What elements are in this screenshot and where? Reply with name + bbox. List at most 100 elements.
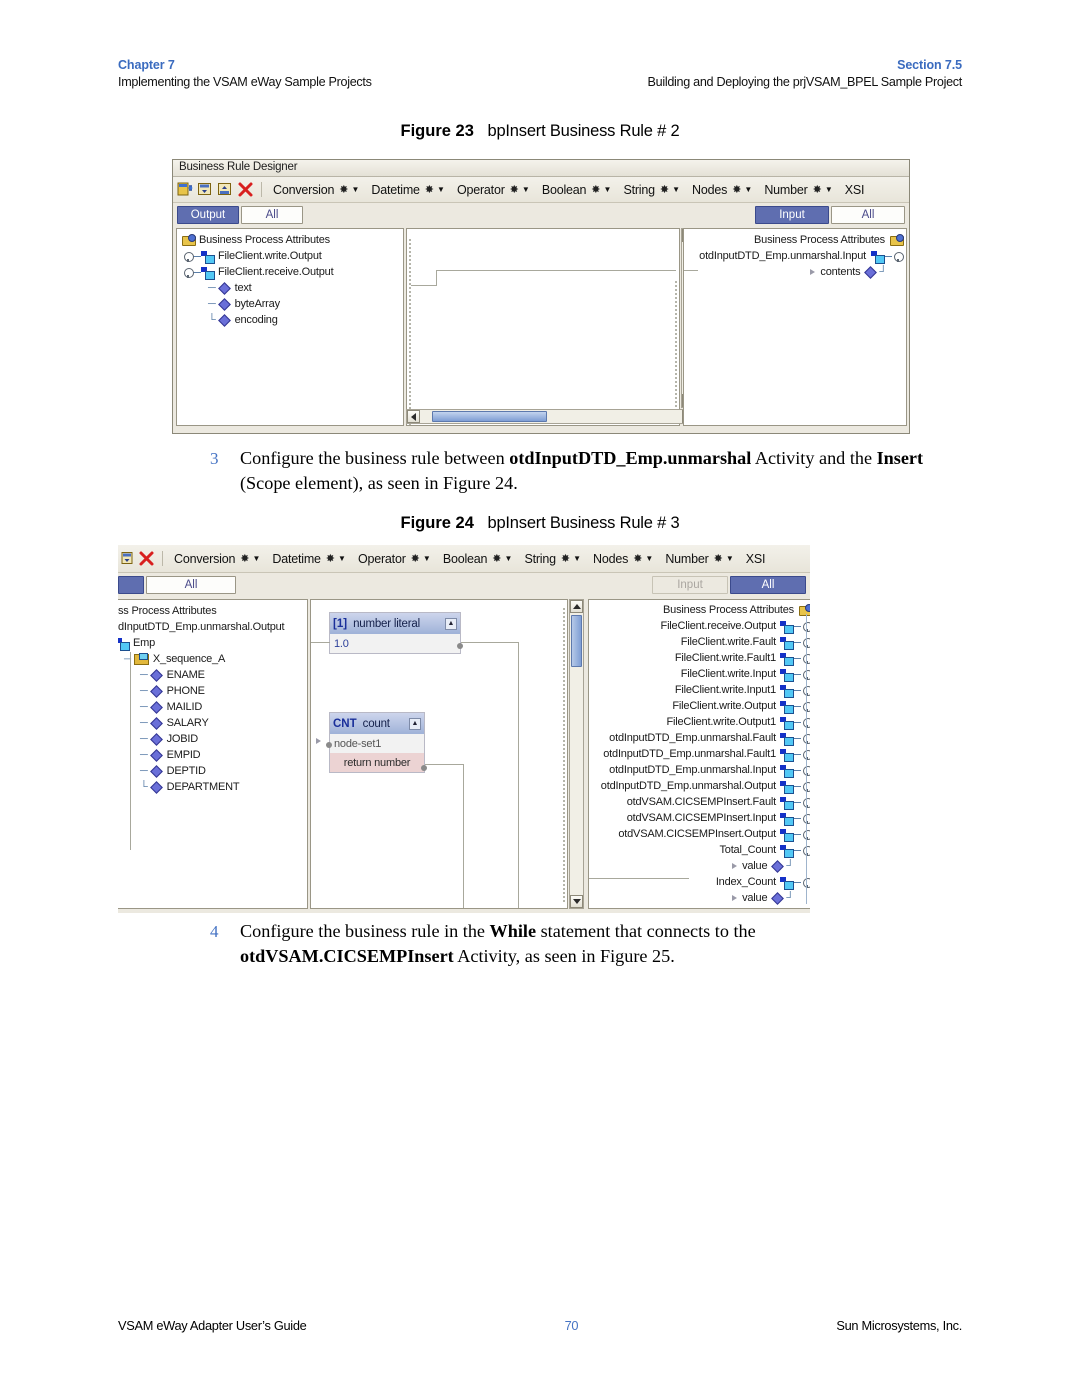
function-box-count[interactable]: CNT count ▲ node-set1 return number bbox=[326, 712, 427, 773]
tab-input[interactable]: Input bbox=[755, 206, 829, 224]
chevron-down-icon[interactable]: ▼ bbox=[672, 185, 680, 194]
function-input-row[interactable]: node-set1 bbox=[330, 734, 424, 753]
canvas-horizontal-scrollbar[interactable] bbox=[406, 409, 696, 424]
save-map-icon[interactable] bbox=[197, 181, 214, 198]
scroll-up-button[interactable] bbox=[570, 600, 583, 613]
tab-output[interactable]: Output bbox=[177, 206, 239, 224]
chevron-down-icon[interactable]: ▼ bbox=[573, 554, 581, 563]
tree-row[interactable]: otdVSAM.CICSEMPInsert.Input bbox=[589, 810, 810, 826]
scroll-thumb-vertical[interactable] bbox=[571, 615, 582, 667]
menu-operator[interactable]: Operator ✸ ▼ bbox=[453, 183, 536, 197]
chevron-down-icon[interactable]: ▼ bbox=[604, 185, 612, 194]
tree-row[interactable]: ─ JOBID bbox=[118, 731, 307, 747]
tree-row[interactable]: ─ DEPTID bbox=[118, 763, 307, 779]
tab-input-all[interactable]: All bbox=[831, 206, 905, 224]
save-map-icon[interactable] bbox=[118, 550, 135, 567]
scroll-left-button[interactable] bbox=[407, 410, 420, 423]
chevron-down-icon[interactable]: ▼ bbox=[825, 185, 833, 194]
tree-row[interactable]: Emp bbox=[118, 635, 307, 651]
tree-row[interactable]: value ┘ bbox=[589, 858, 810, 874]
scroll-down-button[interactable] bbox=[570, 895, 583, 908]
expander-icon[interactable] bbox=[182, 251, 194, 262]
menu-string[interactable]: String ✸ ▼ bbox=[520, 552, 587, 566]
tree-row[interactable]: FileClient.write.Input1 bbox=[589, 682, 810, 698]
chevron-down-icon[interactable]: ▼ bbox=[645, 554, 653, 563]
expander-icon[interactable] bbox=[892, 251, 904, 262]
tree-row[interactable]: FileClient.write.Output1 bbox=[589, 714, 810, 730]
tree-row[interactable]: otdVSAM.CICSEMPInsert.Fault bbox=[589, 794, 810, 810]
delete-icon[interactable] bbox=[138, 550, 155, 567]
tree-row[interactable]: FileClient.write.Fault1 bbox=[589, 650, 810, 666]
tab-output-all[interactable]: All bbox=[241, 206, 303, 224]
tree-row[interactable]: Business Process Attributes bbox=[589, 602, 810, 618]
tree-row[interactable]: otdVSAM.CICSEMPInsert.Output bbox=[589, 826, 810, 842]
menu-xsi[interactable]: XSI bbox=[841, 183, 869, 197]
tree-row[interactable]: otdInputDTD_Emp.unmarshal.Input bbox=[589, 762, 810, 778]
tab-output-all[interactable]: All bbox=[146, 576, 236, 594]
menu-number[interactable]: Number ✸ ▼ bbox=[661, 552, 739, 566]
tree-row[interactable]: value ┘ bbox=[589, 890, 810, 906]
output-port[interactable] bbox=[457, 643, 463, 649]
delete-icon[interactable] bbox=[237, 181, 254, 198]
rule-canvas[interactable]: [1] number literal ▲ 1.0 CNT count ▲ nod… bbox=[310, 599, 568, 909]
chevron-down-icon[interactable]: ▼ bbox=[505, 554, 513, 563]
input-tree-pane[interactable]: Business Process Attributes FileClient.r… bbox=[588, 599, 810, 909]
menu-xsi[interactable]: XSI bbox=[742, 552, 770, 566]
tree-row[interactable]: contents ┘ bbox=[684, 264, 903, 280]
chevron-down-icon[interactable]: ▼ bbox=[522, 185, 530, 194]
tree-row[interactable]: Business Process Attributes bbox=[684, 232, 904, 248]
tree-row[interactable]: otdInputDTD_Emp.unmarshal.Input bbox=[684, 248, 904, 264]
chevron-down-icon[interactable]: ▼ bbox=[726, 554, 734, 563]
tree-row[interactable]: otdInputDTD_Emp.unmarshal.Fault bbox=[589, 730, 810, 746]
tree-row[interactable]: ─ SALARY bbox=[118, 715, 307, 731]
expander-icon[interactable] bbox=[182, 267, 194, 278]
tree-row[interactable]: FileClient.receive.Output bbox=[180, 264, 403, 280]
tree-row[interactable]: └ encoding bbox=[180, 312, 403, 328]
menu-operator[interactable]: Operator ✸ ▼ bbox=[354, 552, 437, 566]
tab-input-all[interactable]: All bbox=[730, 576, 806, 594]
tree-row[interactable]: ─ EMPID bbox=[118, 747, 307, 763]
scroll-thumb-horizontal[interactable] bbox=[432, 411, 547, 422]
tree-row[interactable]: ─ text bbox=[180, 280, 403, 296]
output-tree-pane[interactable]: Business Process Attributes FileClient.w… bbox=[176, 228, 404, 426]
tree-row[interactable]: otdInputDTD_Emp.unmarshal.Fault1 bbox=[589, 746, 810, 762]
rule-canvas[interactable] bbox=[406, 228, 680, 426]
menu-nodes[interactable]: Nodes ✸ ▼ bbox=[589, 552, 659, 566]
tab-output[interactable] bbox=[118, 576, 144, 594]
function-box-number-literal[interactable]: [1] number literal ▲ 1.0 bbox=[329, 612, 463, 654]
chevron-down-icon[interactable]: ▼ bbox=[252, 554, 260, 563]
canvas-vertical-scrollbar[interactable] bbox=[569, 599, 584, 909]
chevron-down-icon[interactable]: ▼ bbox=[338, 554, 346, 563]
tree-row[interactable]: ─ PHONE bbox=[118, 683, 307, 699]
tree-row[interactable]: Index_Count bbox=[589, 874, 810, 890]
tree-row[interactable]: └ DEPARTMENT bbox=[118, 779, 307, 795]
tree-row[interactable]: FileClient.write.Input bbox=[589, 666, 810, 682]
menu-conversion[interactable]: Conversion ✸ ▼ bbox=[170, 552, 266, 566]
menu-conversion[interactable]: Conversion ✸ ▼ bbox=[269, 183, 365, 197]
chevron-down-icon[interactable]: ▼ bbox=[351, 185, 359, 194]
function-return-row[interactable]: return number bbox=[330, 753, 424, 772]
collapse-icon[interactable]: ▲ bbox=[445, 617, 457, 630]
collapse-icon[interactable]: ▲ bbox=[409, 717, 421, 730]
menu-boolean[interactable]: Boolean ✸ ▼ bbox=[439, 552, 519, 566]
menu-boolean[interactable]: Boolean ✸ ▼ bbox=[538, 183, 618, 197]
chevron-down-icon[interactable]: ▼ bbox=[437, 185, 445, 194]
map-icon[interactable] bbox=[177, 181, 194, 198]
validate-map-icon[interactable] bbox=[217, 181, 234, 198]
tree-row[interactable]: FileClient.write.Output bbox=[589, 698, 810, 714]
output-tree-pane[interactable]: ss Process Attributes dInputDTD_Emp.unma… bbox=[118, 599, 308, 909]
tab-input[interactable]: Input bbox=[652, 576, 728, 594]
tree-row[interactable]: FileClient.receive.Output bbox=[589, 618, 810, 634]
tree-row[interactable]: Business Process Attributes bbox=[180, 232, 403, 248]
tree-row[interactable]: ─ byteArray bbox=[180, 296, 403, 312]
tree-row[interactable]: ss Process Attributes bbox=[118, 603, 307, 619]
menu-number[interactable]: Number ✸ ▼ bbox=[760, 183, 838, 197]
tree-row[interactable]: FileClient.write.Output bbox=[180, 248, 403, 264]
chevron-down-icon[interactable]: ▼ bbox=[423, 554, 431, 563]
tree-row[interactable]: dInputDTD_Emp.unmarshal.Output bbox=[118, 619, 307, 635]
menu-datetime[interactable]: Datetime ✸ ▼ bbox=[367, 183, 451, 197]
input-port[interactable] bbox=[326, 742, 332, 748]
menu-nodes[interactable]: Nodes ✸ ▼ bbox=[688, 183, 758, 197]
tree-row[interactable]: ─ ENAME bbox=[118, 667, 307, 683]
menu-datetime[interactable]: Datetime ✸ ▼ bbox=[268, 552, 352, 566]
